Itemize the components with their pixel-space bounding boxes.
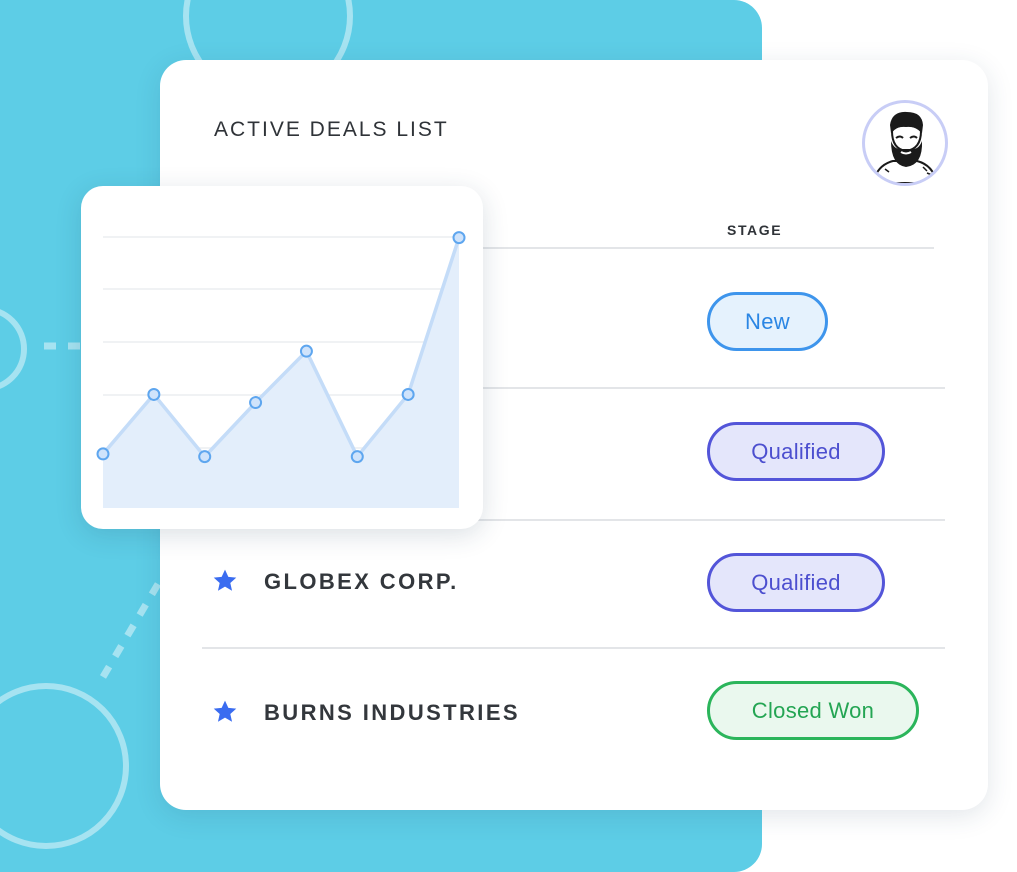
area-chart — [96, 231, 466, 508]
chart-card — [81, 186, 483, 529]
stage-label: Closed Won — [751, 697, 875, 723]
stage-badge-new[interactable]: New — [707, 292, 828, 351]
chart-area-fill — [103, 237, 459, 508]
stage-column-header: STAGE — [727, 222, 783, 238]
stage-label: Qualified — [751, 438, 841, 464]
chart-data-point — [249, 396, 263, 410]
row-divider — [202, 647, 945, 649]
star-icon[interactable] — [212, 699, 238, 725]
stage-badge-qualified[interactable]: Qualified — [707, 422, 885, 481]
decor-circle — [0, 309, 27, 389]
chart-data-point — [147, 387, 161, 401]
stage-label: New — [745, 308, 790, 334]
stage-label: Qualified — [751, 569, 841, 595]
chart-data-point — [401, 387, 415, 401]
chart-data-point — [96, 447, 110, 461]
chart-data-point — [452, 231, 466, 245]
decor-circle — [0, 683, 129, 849]
chart-data-point — [299, 344, 313, 358]
chart-data-point — [350, 450, 364, 464]
company-name: BURNS INDUSTRIES — [264, 700, 520, 725]
chart-data-point — [198, 450, 212, 464]
user-avatar[interactable] — [862, 100, 948, 186]
card-title: ACTIVE DEALS LIST — [214, 118, 449, 141]
bearded-man-avatar-icon — [871, 111, 939, 183]
star-icon[interactable] — [212, 568, 238, 594]
stage-badge-closed-won[interactable]: Closed Won — [707, 681, 919, 740]
company-name: GLOBEX CORP. — [264, 569, 459, 594]
stage-badge-qualified[interactable]: Qualified — [707, 553, 885, 612]
decor-dashes — [96, 582, 162, 684]
